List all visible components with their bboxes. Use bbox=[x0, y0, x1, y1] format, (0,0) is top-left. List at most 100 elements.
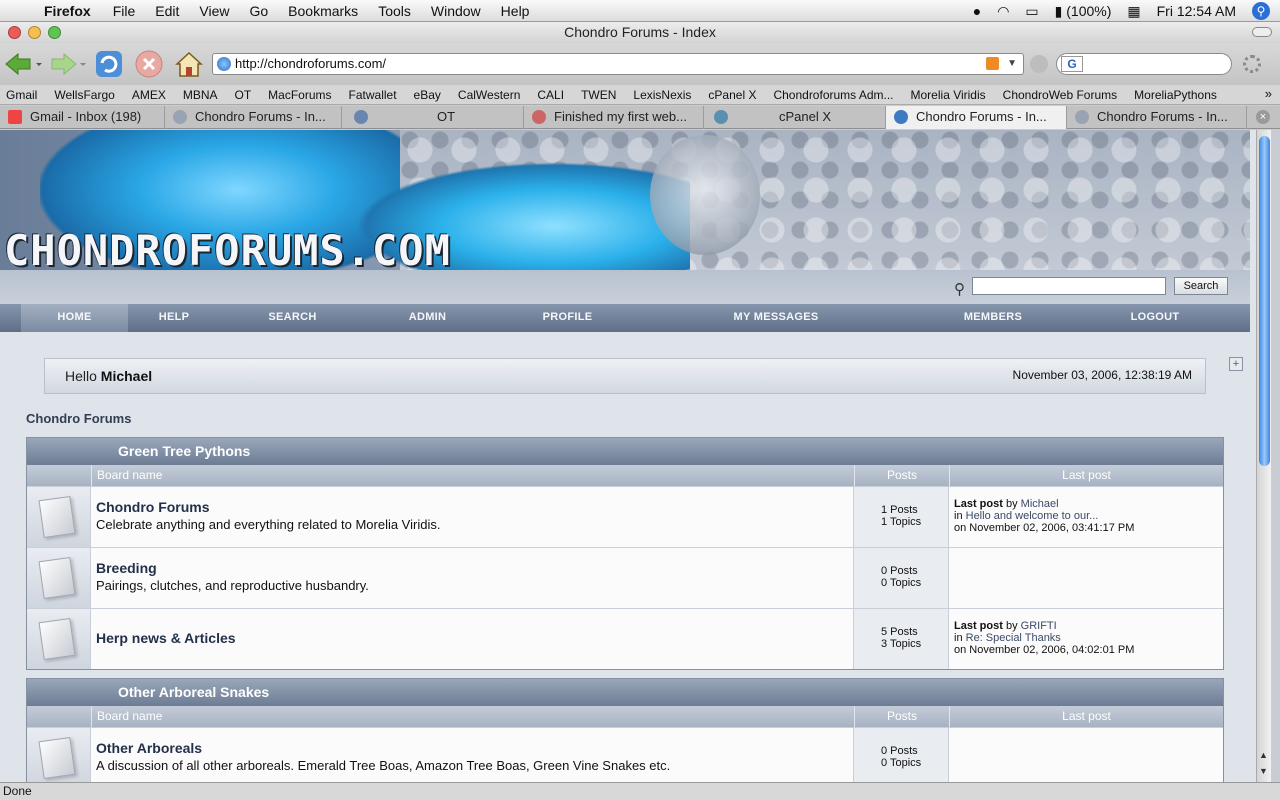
menu-edit[interactable]: Edit bbox=[155, 3, 179, 19]
category-title[interactable]: Green Tree Pythons bbox=[27, 438, 1223, 465]
breadcrumb[interactable]: Chondro Forums bbox=[26, 411, 131, 426]
menu-view[interactable]: View bbox=[199, 3, 229, 19]
site-banner: CHONDROFORUMS.COM bbox=[0, 130, 1250, 270]
board-link[interactable]: Chondro Forums bbox=[96, 499, 210, 515]
search-engine-icon[interactable]: G bbox=[1061, 56, 1083, 72]
board-document-icon bbox=[38, 617, 76, 661]
display-icon[interactable]: ▭ bbox=[1025, 3, 1038, 20]
board-stats: 1 Posts 1 Topics bbox=[854, 487, 949, 547]
last-post-user-link[interactable]: Michael bbox=[1021, 498, 1059, 510]
board-link[interactable]: Herp news & Articles bbox=[96, 630, 236, 646]
close-window-button[interactable] bbox=[8, 26, 21, 39]
tab-favicon-icon bbox=[173, 110, 187, 124]
bookmark-item[interactable]: CalWestern bbox=[458, 88, 520, 102]
bookmark-item[interactable]: MoreliaPythons bbox=[1134, 88, 1217, 102]
minimize-window-button[interactable] bbox=[28, 26, 41, 39]
bookmark-item[interactable]: LexisNexis bbox=[633, 88, 691, 102]
stop-button[interactable] bbox=[134, 49, 164, 79]
bookmark-item[interactable]: OT bbox=[235, 88, 252, 102]
bookmark-item[interactable]: WellsFargo bbox=[54, 88, 114, 102]
board-document-icon bbox=[38, 495, 76, 539]
board-link[interactable]: Other Arboreals bbox=[96, 740, 202, 756]
home-button[interactable] bbox=[174, 49, 204, 79]
bookmark-item[interactable]: cPanel X bbox=[708, 88, 756, 102]
tab-cpanel[interactable]: cPanel X bbox=[704, 106, 886, 129]
tab-chondro-2[interactable]: Chondro Forums - In... bbox=[1067, 106, 1247, 129]
vertical-scrollbar[interactable]: ▲ ▼ bbox=[1256, 130, 1271, 782]
bookmark-item[interactable]: Chondroforums Adm... bbox=[773, 88, 893, 102]
column-headers: Board name Posts Last post bbox=[27, 706, 1223, 727]
nav-my-messages[interactable]: MY MESSAGES bbox=[710, 304, 842, 332]
toolbar-toggle-button[interactable] bbox=[1252, 27, 1272, 37]
nav-admin[interactable]: ADMIN bbox=[380, 304, 475, 332]
wifi-icon[interactable]: ◠ bbox=[997, 3, 1009, 20]
board-description: A discussion of all other arboreals. Eme… bbox=[96, 758, 671, 773]
tab-finished-web[interactable]: Finished my first web... bbox=[524, 106, 704, 129]
forward-button[interactable] bbox=[48, 49, 86, 79]
nav-search[interactable]: SEARCH bbox=[245, 304, 340, 332]
bookmark-item[interactable]: MBNA bbox=[183, 88, 218, 102]
category-title[interactable]: Other Arboreal Snakes bbox=[27, 679, 1223, 706]
last-post-user-link[interactable]: GRIFTI bbox=[1021, 620, 1057, 632]
menu-help[interactable]: Help bbox=[501, 3, 530, 19]
scrollbar-thumb[interactable] bbox=[1259, 136, 1270, 466]
flag-icon[interactable]: ▦ bbox=[1127, 3, 1140, 20]
bookmark-item[interactable]: eBay bbox=[414, 88, 441, 102]
close-tab-icon[interactable]: × bbox=[1256, 110, 1270, 124]
menu-go[interactable]: Go bbox=[249, 3, 268, 19]
user-status-icon[interactable]: ● bbox=[973, 3, 981, 19]
tab-gmail[interactable]: Gmail - Inbox (198) bbox=[0, 106, 165, 129]
nav-profile[interactable]: PROFILE bbox=[515, 304, 620, 332]
forum-search-button[interactable]: Search bbox=[1174, 277, 1228, 295]
scroll-up-arrow-icon[interactable]: ▲ bbox=[1259, 750, 1268, 760]
nav-help[interactable]: HELP bbox=[128, 304, 220, 332]
web-search-field[interactable]: G bbox=[1056, 53, 1232, 75]
tab-chondro-active[interactable]: Chondro Forums - In... bbox=[886, 106, 1067, 129]
last-post-topic-link[interactable]: Re: Special Thanks bbox=[966, 632, 1061, 644]
menu-tools[interactable]: Tools bbox=[378, 3, 411, 19]
bookmarks-bar: Gmail WellsFargo AMEX MBNA OT MacForums … bbox=[0, 85, 1280, 105]
nav-members[interactable]: MEMBERS bbox=[952, 304, 1034, 332]
nav-logout[interactable]: LOGOUT bbox=[1116, 304, 1194, 332]
bookmark-item[interactable]: TWEN bbox=[581, 88, 616, 102]
home-icon bbox=[175, 51, 203, 77]
expand-upshrink-icon[interactable]: + bbox=[1229, 357, 1243, 371]
nav-home[interactable]: HOME bbox=[21, 304, 128, 332]
tab-ot[interactable]: OT bbox=[342, 106, 524, 129]
bookmarks-overflow-icon[interactable]: » bbox=[1265, 86, 1272, 101]
menu-clock[interactable]: Fri 12:54 AM bbox=[1157, 3, 1236, 19]
column-headers: Board name Posts Last post bbox=[27, 465, 1223, 486]
go-button[interactable] bbox=[1030, 55, 1048, 73]
back-button[interactable] bbox=[4, 49, 42, 79]
site-logo[interactable]: CHONDROFORUMS.COM bbox=[4, 226, 451, 270]
zoom-window-button[interactable] bbox=[48, 26, 61, 39]
scroll-down-arrow-icon[interactable]: ▼ bbox=[1259, 766, 1268, 776]
rss-feed-icon[interactable] bbox=[986, 57, 999, 70]
magnifier-icon: ⚲ bbox=[954, 281, 965, 298]
bookmark-item[interactable]: Fatwallet bbox=[349, 88, 397, 102]
board-status-icon bbox=[27, 728, 91, 782]
in-word: in bbox=[954, 632, 963, 644]
bookmark-item[interactable]: ChondroWeb Forums bbox=[1003, 88, 1118, 102]
bookmark-item[interactable]: AMEX bbox=[132, 88, 166, 102]
board-link[interactable]: Breeding bbox=[96, 560, 157, 576]
window-titlebar: Chondro Forums - Index bbox=[0, 22, 1280, 43]
topic-count: 3 Topics bbox=[881, 638, 922, 650]
spotlight-icon[interactable]: ⚲ bbox=[1252, 2, 1270, 20]
app-menu[interactable]: Firefox bbox=[44, 3, 91, 19]
bookmark-item[interactable]: Gmail bbox=[6, 88, 37, 102]
last-post-topic-link[interactable]: Hello and welcome to our... bbox=[966, 510, 1099, 522]
bookmark-item[interactable]: CALI bbox=[537, 88, 564, 102]
forum-search-input[interactable] bbox=[972, 277, 1166, 295]
url-bar[interactable]: http://chondroforums.com/ ▼ bbox=[212, 53, 1024, 75]
forum-nav-bar: HOME HELP SEARCH ADMIN PROFILE MY MESSAG… bbox=[0, 304, 1250, 332]
menu-file[interactable]: File bbox=[113, 3, 136, 19]
bookmark-item[interactable]: MacForums bbox=[268, 88, 331, 102]
reload-button[interactable] bbox=[94, 49, 124, 79]
tab-chondro-1[interactable]: Chondro Forums - In... bbox=[165, 106, 342, 129]
bookmark-item[interactable]: Morelia Viridis bbox=[911, 88, 986, 102]
url-history-dropdown-icon[interactable]: ▼ bbox=[1007, 54, 1017, 74]
menu-window[interactable]: Window bbox=[431, 3, 481, 19]
battery-status[interactable]: ▮ (100%) bbox=[1055, 3, 1112, 20]
menu-bookmarks[interactable]: Bookmarks bbox=[288, 3, 358, 19]
